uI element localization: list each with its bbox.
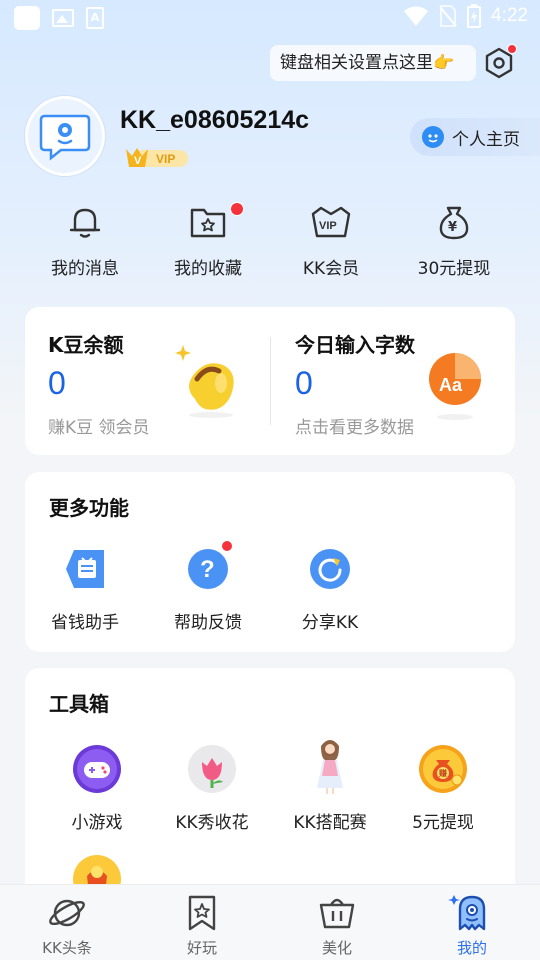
money-bag-icon: ¥ (439, 206, 469, 240)
avatar[interactable] (25, 96, 105, 176)
planet-icon (49, 899, 85, 927)
image-notification-icon (52, 9, 74, 27)
stats-card: K豆余额 0 赚K豆 领会员 今日输入字数 0 点击看更多数据 Aa (25, 307, 515, 455)
kk-dress-up-contest-button[interactable]: KK搭配赛 (270, 740, 390, 833)
nav-label: 好玩 (186, 939, 217, 957)
help-feedback-button[interactable]: ? 帮助反馈 (148, 540, 268, 633)
coupon-icon (60, 544, 110, 594)
kdou-subtitle: 赚K豆 领会员 (48, 418, 150, 438)
kk-show-flowers-button[interactable]: KK秀收花 (152, 744, 272, 833)
username: KK_e08605214c (120, 106, 310, 134)
settings-button[interactable] (482, 44, 517, 80)
bookmark-star-icon (188, 895, 216, 931)
svg-text:VIP: VIP (319, 220, 337, 232)
keyboard-notification-icon: A (86, 7, 104, 29)
bottom-navigation: KK头条 好玩 美化 我的 (0, 884, 540, 960)
tool-label: KK秀收花 (175, 813, 249, 833)
status-bar: A 4:22 (0, 0, 540, 36)
quick-actions: 我的消息 我的收藏 VIP KK会员 ¥ 30元提现 (0, 200, 540, 284)
basket-icon (319, 898, 355, 929)
tool-label: KK搭配赛 (293, 813, 367, 833)
battery-icon (467, 4, 482, 28)
kdou-title: K豆余额 (48, 333, 124, 357)
tool-label: 5元提现 (412, 813, 474, 833)
quick-action-label: 我的消息 (51, 259, 119, 279)
app-notification-icon (14, 6, 40, 30)
more-functions-title: 更多功能 (49, 496, 129, 520)
nav-label: 我的 (456, 939, 487, 957)
svg-text:VIP: VIP (156, 152, 175, 166)
notification-icons: A (14, 6, 104, 30)
settings-badge (507, 44, 517, 54)
my-favorites-button[interactable]: 我的收藏 (148, 200, 268, 284)
help-icon: ? (183, 540, 233, 594)
tool-label: 小游戏 (71, 813, 123, 833)
nav-fun[interactable]: 好玩 (152, 893, 252, 958)
kk-vip-button[interactable]: VIP KK会员 (271, 200, 391, 284)
flower-icon (187, 744, 237, 794)
svg-text:?: ? (200, 556, 215, 583)
svg-text:Aa: Aa (439, 375, 463, 395)
vip-badge[interactable]: V VIP (124, 146, 190, 170)
bean-icon (175, 345, 234, 418)
share-icon (305, 544, 355, 594)
extra-tool-button[interactable] (37, 854, 157, 884)
help-badge (221, 540, 233, 552)
favorites-badge (230, 202, 244, 216)
dress-up-icon (305, 740, 355, 794)
text-stats-icon: Aa (429, 353, 481, 420)
svg-text:赚: 赚 (438, 768, 447, 778)
typing-subtitle: 点击看更多数据 (295, 418, 414, 438)
typing-value: 0 (295, 365, 313, 401)
nav-label: KK头条 (42, 939, 92, 957)
kdou-balance[interactable]: K豆余额 0 赚K豆 领会员 (25, 307, 270, 455)
ghost-icon (448, 895, 486, 931)
no-sim-icon (439, 5, 457, 27)
saving-assistant-button[interactable]: 省钱助手 (25, 544, 145, 633)
homepage-label: 个人主页 (452, 129, 520, 150)
more-functions-card: 更多功能 省钱助手 ? 帮助反馈 分享KK (25, 472, 515, 652)
gamepad-icon (72, 744, 122, 794)
share-kk-button[interactable]: 分享KK (270, 544, 390, 633)
typing-title: 今日输入字数 (295, 333, 415, 357)
function-label: 分享KK (301, 613, 359, 633)
svg-text:V: V (134, 155, 142, 167)
nav-mine[interactable]: 我的 (422, 893, 522, 958)
svg-text:¥: ¥ (448, 220, 457, 235)
function-label: 省钱助手 (51, 613, 119, 633)
function-label: 帮助反馈 (174, 613, 242, 633)
vip-crown-icon: VIP (311, 206, 351, 238)
quick-action-label: 我的收藏 (174, 259, 242, 279)
toolbox-card: 工具箱 小游戏 KK秀收花 KK搭配赛 赚 5元提现 (25, 668, 515, 898)
keyboard-settings-hint[interactable]: 键盘相关设置点这里👉 (270, 45, 476, 81)
nav-beautify[interactable]: 美化 (287, 893, 387, 958)
coin-bag-icon: 赚 (418, 744, 468, 794)
homepage-face-icon (422, 126, 444, 148)
vip-crown-badge-icon: V VIP (126, 148, 188, 167)
default-avatar-icon (39, 114, 91, 161)
nav-label: 美化 (321, 939, 352, 957)
kdou-value: 0 (48, 365, 66, 401)
favorites-folder-icon (190, 208, 226, 238)
withdraw-30-button[interactable]: ¥ 30元提现 (394, 200, 514, 284)
nav-kk-headlines[interactable]: KK头条 (17, 893, 117, 958)
mini-games-button[interactable]: 小游戏 (37, 744, 157, 833)
my-messages-button[interactable]: 我的消息 (25, 200, 145, 284)
clock: 4:22 (491, 5, 528, 26)
withdraw-5-button[interactable]: 赚 5元提现 (383, 744, 503, 833)
typing-count[interactable]: 今日输入字数 0 点击看更多数据 Aa (271, 307, 515, 455)
toolbox-title: 工具箱 (49, 692, 109, 716)
gift-bag-icon (72, 854, 122, 884)
wifi-icon (404, 6, 429, 26)
quick-action-label: 30元提现 (417, 259, 491, 279)
bell-icon (69, 208, 101, 238)
personal-homepage-button[interactable]: 个人主页 (410, 118, 540, 156)
quick-action-label: KK会员 (302, 259, 360, 279)
system-status: 4:22 (403, 4, 528, 28)
